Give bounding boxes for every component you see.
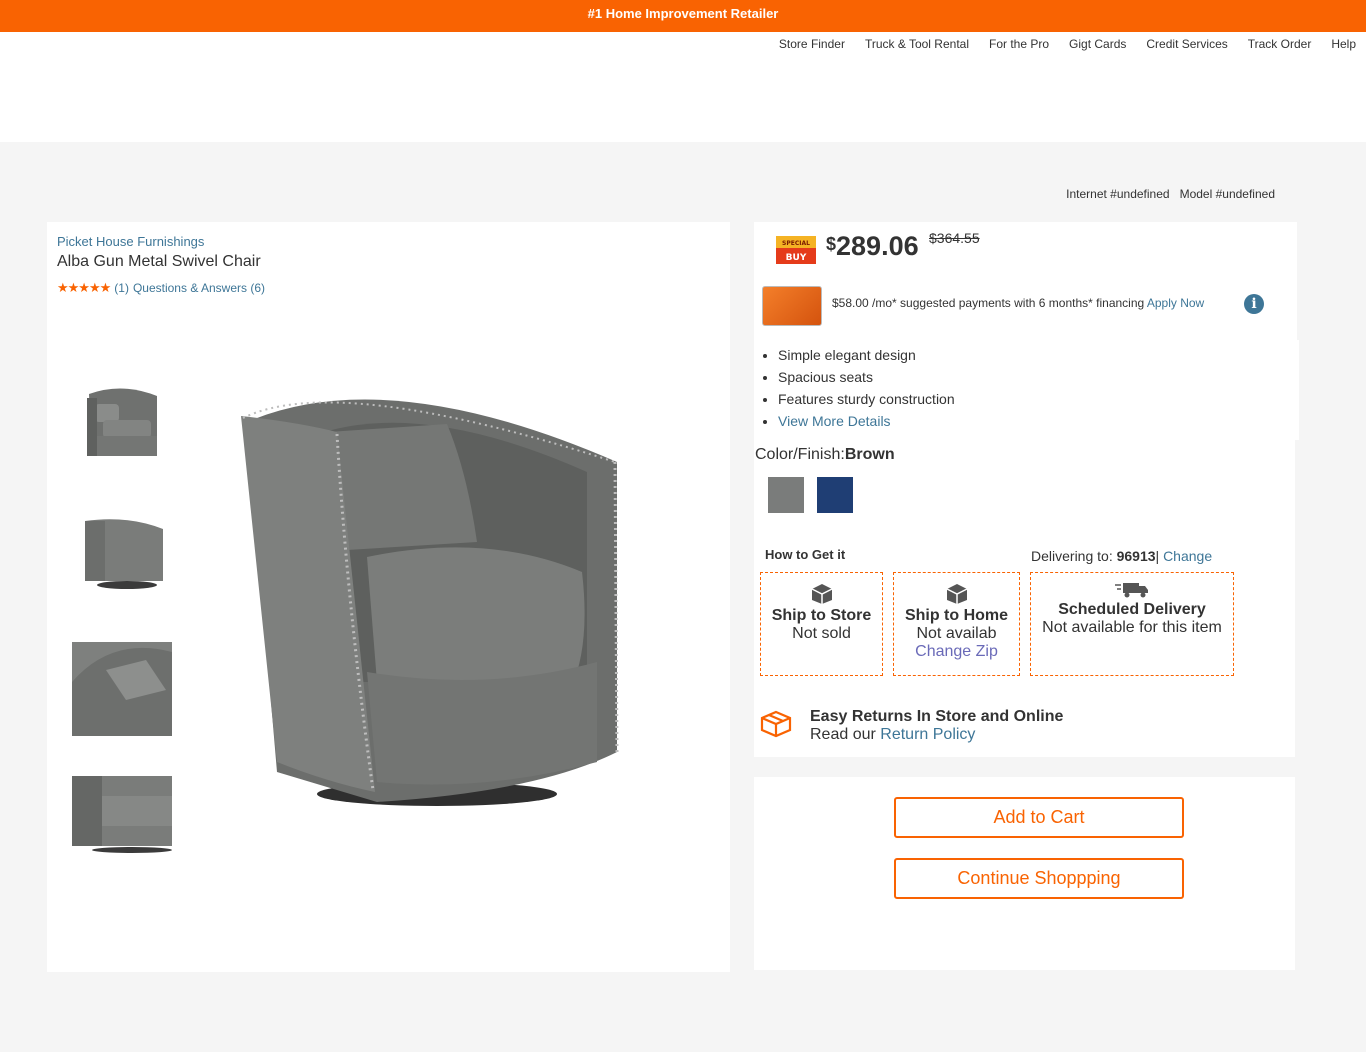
site-header: Store Finder Truck & Tool Rental For the… — [0, 32, 1366, 142]
options-panel: Color/Finish:Brown How to Get it Deliver… — [754, 440, 1295, 757]
svg-text:BUY: BUY — [786, 253, 807, 263]
change-zip-link[interactable]: Change — [1163, 548, 1212, 564]
price-value: 289.06 — [836, 231, 919, 261]
box-icon — [946, 584, 967, 604]
option-status: Not sold — [792, 625, 851, 642]
add-to-cart-button[interactable]: Add to Cart — [894, 797, 1184, 838]
scheduled-delivery-option[interactable]: Scheduled Delivery Not available for thi… — [1030, 572, 1234, 676]
brand-link[interactable]: Picket House Furnishings — [57, 234, 204, 249]
option-name: Ship to Store — [771, 607, 872, 624]
nav-store-finder[interactable]: Store Finder — [779, 37, 845, 51]
highlight-item: Spacious seats — [778, 366, 955, 388]
product-title: Alba Gun Metal Swivel Chair — [57, 253, 261, 270]
highlights-panel: Simple elegant design Spacious seats Fea… — [754, 340, 1299, 440]
info-icon[interactable]: i — [1244, 294, 1264, 314]
returns-title: Easy Returns In Store and Online — [810, 708, 1064, 725]
nav-credit-services[interactable]: Credit Services — [1146, 37, 1227, 51]
financing-copy: $58.00 /mo* suggested payments with 6 mo… — [832, 296, 1145, 310]
product-identifiers: Internet #undefined Model #undefined — [1066, 187, 1275, 201]
promo-banner: #1 Home Improvement Retailer — [0, 0, 1366, 32]
returns-subtitle: Read our Return Policy — [810, 726, 975, 744]
cart-panel: Add to Cart Continue Shoppping — [754, 777, 1295, 970]
rating-stars[interactable]: ★★★★★ — [57, 280, 111, 296]
zip-code: 96913 — [1116, 548, 1156, 564]
how-to-get-it-heading: How to Get it — [765, 547, 846, 562]
delivery-truck-icon — [1115, 583, 1148, 598]
nav-gift-cards[interactable]: Gigt Cards — [1069, 37, 1126, 51]
thumbnail-4[interactable] — [72, 768, 172, 862]
financing-text: $58.00 /mo* suggested payments with 6 mo… — [832, 296, 1204, 310]
nav-truck-tool-rental[interactable]: Truck & Tool Rental — [865, 37, 969, 51]
svg-text:SPECIAL: SPECIAL — [782, 240, 810, 247]
box-icon — [811, 584, 832, 604]
utility-nav: Store Finder Truck & Tool Rental For the… — [779, 37, 1356, 51]
nav-help[interactable]: Help — [1331, 37, 1356, 51]
currency-symbol: $ — [826, 234, 837, 254]
option-status: Not available for this item — [1042, 619, 1222, 636]
thumbnail-3[interactable] — [72, 642, 172, 736]
apply-now-link[interactable]: Apply Now — [1147, 296, 1204, 310]
separator: | — [1155, 548, 1160, 564]
option-status: Not availab — [916, 625, 997, 642]
questions-answers-link[interactable]: Questions & Answers (6) — [133, 281, 265, 295]
return-policy-link[interactable]: Return Policy — [880, 726, 975, 743]
delivering-label: Delivering to: — [1031, 548, 1113, 564]
thumbnail-1[interactable] — [72, 375, 172, 469]
returns-prefix: Read our — [810, 726, 876, 743]
color-label-text: Color/Finish: — [755, 446, 845, 463]
rating-row: ★★★★★ (1) Questions & Answers (6) — [57, 280, 265, 296]
price-panel: SPECIAL BUY $289.06 $364.55 $58.00 /mo* … — [754, 222, 1297, 342]
thumbnail-2[interactable] — [72, 506, 172, 600]
credit-card-icon — [762, 286, 822, 326]
nav-for-the-pro[interactable]: For the Pro — [989, 37, 1049, 51]
review-count-link[interactable]: (1) — [114, 281, 129, 295]
ship-to-store-option[interactable]: Ship to Store Not sold — [760, 572, 883, 676]
color-label: Color/Finish:Brown — [755, 446, 895, 464]
nav-track-order[interactable]: Track Order — [1248, 37, 1312, 51]
swatch-navy[interactable] — [817, 477, 853, 513]
was-price: $364.55 — [929, 230, 980, 246]
option-name: Scheduled Delivery — [1058, 601, 1206, 618]
selected-color: Brown — [844, 446, 895, 463]
internet-number: Internet #undefined — [1066, 187, 1170, 201]
option-name: Ship to Home — [904, 607, 1009, 624]
product-media-panel: Picket House Furnishings Alba Gun Metal … — [47, 222, 730, 972]
highlight-item: Features sturdy construction — [778, 388, 955, 410]
view-more-details-link[interactable]: View More Details — [778, 413, 891, 429]
ship-to-home-option[interactable]: Ship to Home Not availab Change Zip — [893, 572, 1020, 676]
special-buy-badge: SPECIAL BUY — [776, 236, 816, 264]
change-zip-option-link[interactable]: Change Zip — [894, 643, 1019, 661]
delivering-to: Delivering to: 96913| Change — [1031, 548, 1212, 564]
highlight-item: Simple elegant design — [778, 344, 955, 366]
continue-shopping-button[interactable]: Continue Shoppping — [894, 858, 1184, 899]
highlights-list: Simple elegant design Spacious seats Fea… — [778, 344, 955, 432]
returns-box-icon — [760, 710, 792, 738]
model-number: Model #undefined — [1179, 187, 1275, 201]
main-product-image — [237, 382, 637, 822]
current-price: $289.06 — [826, 231, 919, 262]
swatch-gray[interactable] — [768, 477, 804, 513]
